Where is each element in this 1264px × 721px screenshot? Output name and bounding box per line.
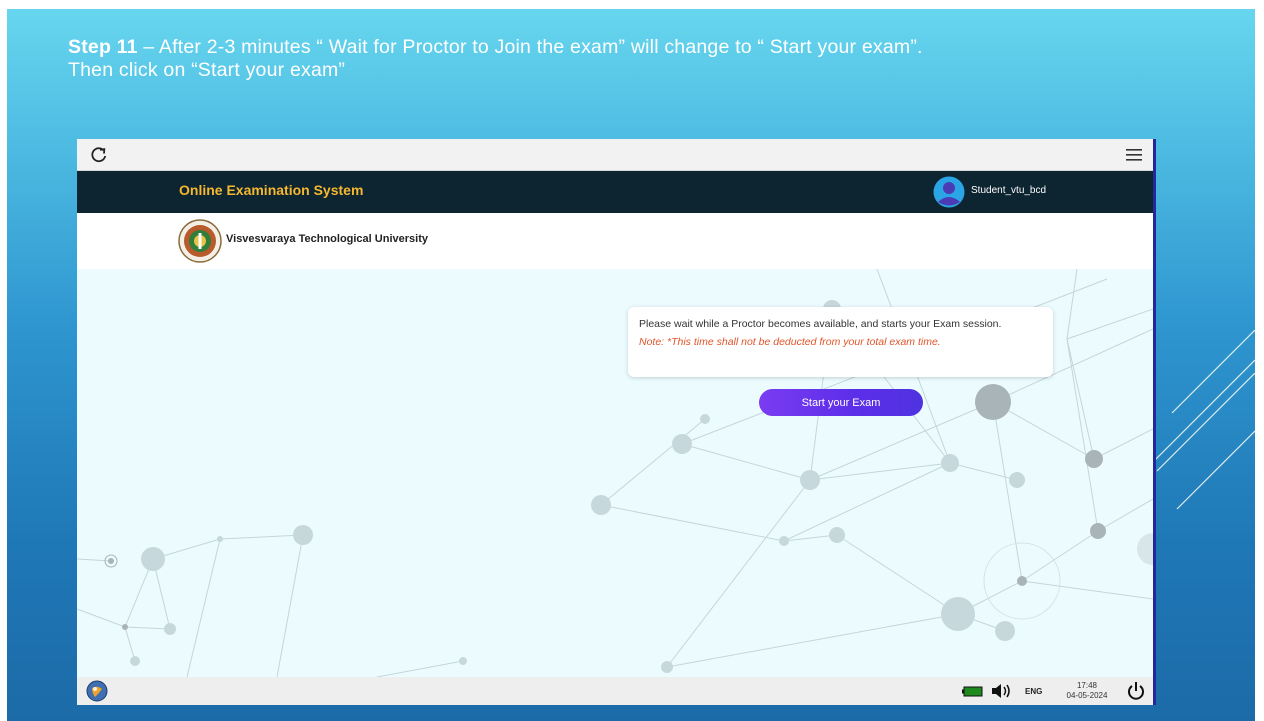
university-logo-icon — [178, 219, 222, 263]
browser-toolbar — [77, 139, 1153, 171]
university-name: Visvesvaraya Technological University — [226, 233, 428, 245]
time-note: Note: *This time shall not be deducted f… — [639, 335, 941, 348]
app-title: Online Examination System — [179, 182, 364, 198]
start-exam-button[interactable]: Start your Exam — [759, 389, 923, 416]
system-clock[interactable]: 17:48 04-05-2024 — [1061, 681, 1113, 701]
wait-message: Please wait while a Proctor becomes avai… — [639, 318, 1002, 330]
battery-icon[interactable] — [962, 686, 984, 697]
volume-icon[interactable] — [991, 683, 1013, 699]
app-header: Online Examination System Student_vtu_bc… — [77, 171, 1153, 213]
power-icon[interactable] — [1126, 681, 1146, 701]
username-label[interactable]: Student_vtu_bcd — [971, 185, 1046, 196]
reload-icon[interactable] — [89, 145, 109, 165]
university-bar: Visvesvaraya Technological University — [77, 213, 1153, 269]
os-taskbar: ENG 17:48 04-05-2024 — [77, 677, 1153, 705]
proctor-wait-notice: Please wait while a Proctor becomes avai… — [628, 307, 1053, 377]
slide-instruction: Step 11 – After 2-3 minutes “ Wait for P… — [68, 36, 1218, 82]
clock-time: 17:48 — [1076, 681, 1098, 690]
user-avatar-icon[interactable] — [933, 176, 965, 208]
start-orb-icon[interactable] — [86, 680, 108, 702]
presentation-slide: Step 11 – After 2-3 minutes “ Wait for P… — [7, 9, 1255, 721]
step-label: Step 11 — [68, 36, 138, 58]
instruction-line-1: – After 2-3 minutes “ Wait for Proctor t… — [137, 36, 923, 58]
hamburger-menu-icon[interactable] — [1125, 147, 1143, 163]
language-indicator[interactable]: ENG — [1025, 687, 1042, 696]
screenshot-window: Online Examination System Student_vtu_bc… — [77, 139, 1156, 705]
waiting-area: Please wait while a Proctor becomes avai… — [77, 269, 1153, 677]
clock-date: 04-05-2024 — [1066, 691, 1108, 700]
instruction-line-2: Then click on “Start your exam” — [68, 59, 346, 81]
